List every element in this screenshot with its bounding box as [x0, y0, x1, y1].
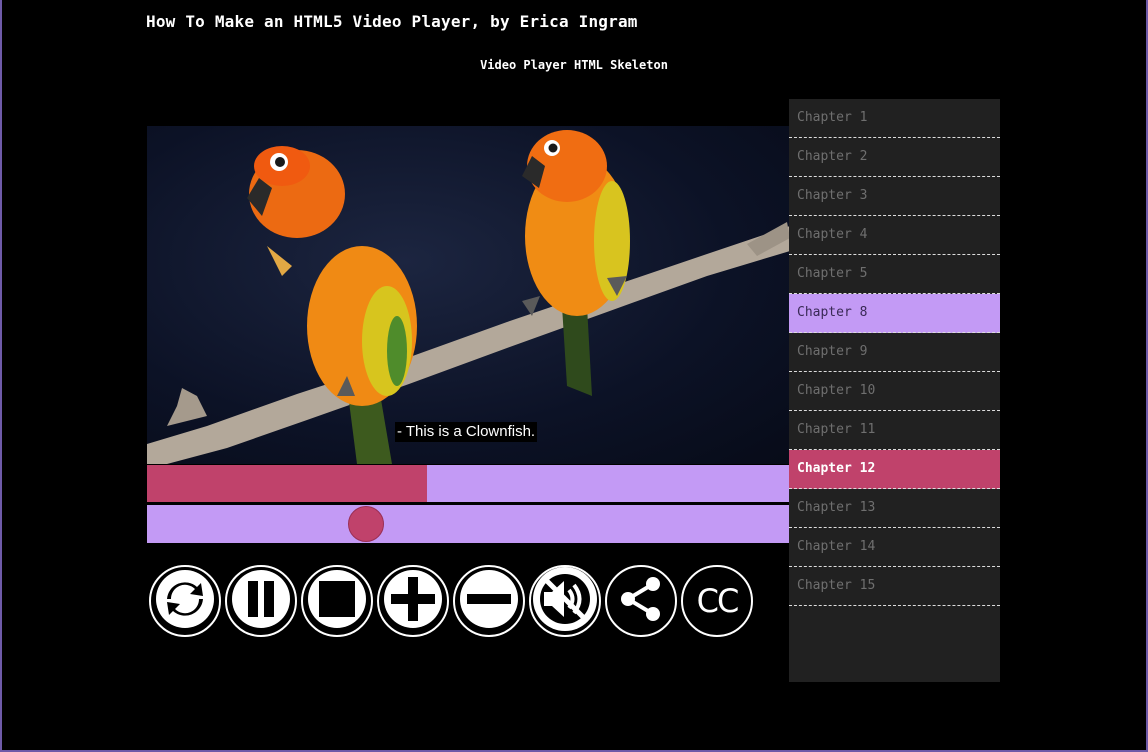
- volume-slider-thumb[interactable]: [347, 506, 384, 542]
- progress-bar[interactable]: [147, 465, 790, 502]
- pause-icon: [231, 569, 291, 633]
- chapter-item[interactable]: Chapter 10: [789, 372, 1000, 411]
- chapter-item[interactable]: Chapter 9: [789, 333, 1000, 372]
- chapter-item[interactable]: Chapter 8: [789, 294, 1000, 333]
- share-button[interactable]: [605, 565, 677, 637]
- captions-button[interactable]: CC: [681, 565, 753, 637]
- chapter-item[interactable]: Chapter 2: [789, 138, 1000, 177]
- control-bar: CC: [149, 565, 753, 639]
- volume-slider[interactable]: [147, 505, 790, 543]
- pause-button[interactable]: [225, 565, 297, 637]
- volume-up-icon: [383, 569, 443, 633]
- cc-icon: CC: [696, 582, 740, 620]
- video-image: [147, 130, 790, 464]
- mute-button[interactable]: [529, 565, 601, 637]
- stop-button[interactable]: [301, 565, 373, 637]
- page-subtitle: Video Player HTML Skeleton: [480, 58, 668, 72]
- chapter-item[interactable]: Chapter 1: [789, 99, 1000, 138]
- chapter-item[interactable]: Chapter 3: [789, 177, 1000, 216]
- stop-icon: [307, 569, 367, 633]
- subtitle-caption: - This is a Clownfish.: [395, 422, 538, 442]
- chapter-item[interactable]: Chapter 15: [789, 567, 1000, 606]
- share-icon: [611, 569, 671, 633]
- volume-up-button[interactable]: [377, 565, 449, 637]
- refresh-icon: [155, 569, 215, 633]
- chapter-item[interactable]: Chapter 13: [789, 489, 1000, 528]
- chapter-item[interactable]: Chapter 11: [789, 411, 1000, 450]
- volume-down-button[interactable]: [453, 565, 525, 637]
- chapter-item[interactable]: Chapter 14: [789, 528, 1000, 567]
- mute-icon: [532, 566, 598, 636]
- chapter-item[interactable]: Chapter 12: [789, 450, 1000, 489]
- chapter-item[interactable]: Chapter 4: [789, 216, 1000, 255]
- page-title: How To Make an HTML5 Video Player, by Er…: [146, 12, 638, 31]
- page: How To Make an HTML5 Video Player, by Er…: [2, 0, 1146, 750]
- volume-down-icon: [459, 569, 519, 633]
- chapter-item[interactable]: Chapter 5: [789, 255, 1000, 294]
- refresh-button[interactable]: [149, 565, 221, 637]
- video-frame[interactable]: - This is a Clownfish.: [147, 126, 790, 464]
- chapter-list: Chapter 1 Chapter 2 Chapter 3 Chapter 4 Chap…: [789, 99, 1000, 682]
- progress-fill: [147, 465, 427, 502]
